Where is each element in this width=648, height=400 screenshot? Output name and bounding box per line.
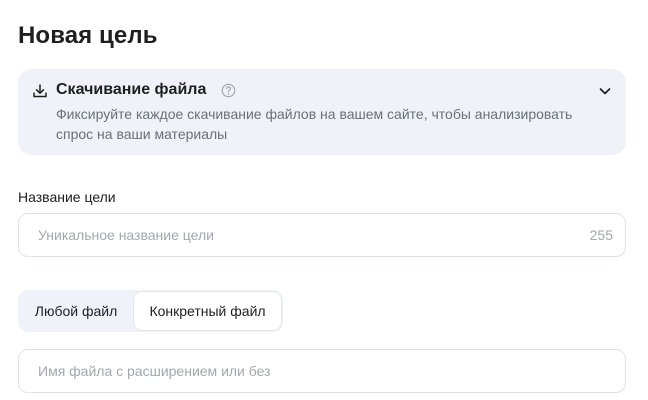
char-limit-counter: 255 — [589, 227, 613, 243]
page-title: Новая цель — [18, 22, 158, 49]
file-name-field[interactable] — [18, 349, 626, 393]
download-icon — [32, 83, 48, 99]
goal-type-card[interactable]: Скачивание файла Фиксируйте каждое скачи… — [18, 69, 626, 155]
goal-form-page: Новая цель Скачивание файла Фиксируйте к… — [0, 0, 648, 400]
goal-type-title: Скачивание файла — [56, 81, 207, 98]
file-mode-switch: Любой файл Конкретный файл — [18, 290, 283, 332]
goal-name-label: Название цели — [18, 189, 116, 205]
goal-name-field[interactable]: 255 — [18, 213, 626, 257]
question-circle-icon[interactable] — [221, 83, 236, 98]
file-name-input[interactable] — [38, 363, 613, 379]
segment-any-file[interactable]: Любой файл — [19, 291, 133, 331]
goal-type-description: Фиксируйте каждое скачивание файлов на в… — [56, 106, 573, 142]
chevron-down-icon[interactable] — [598, 84, 612, 98]
goal-name-input[interactable] — [38, 227, 582, 243]
segment-specific-file[interactable]: Конкретный файл — [133, 291, 282, 331]
